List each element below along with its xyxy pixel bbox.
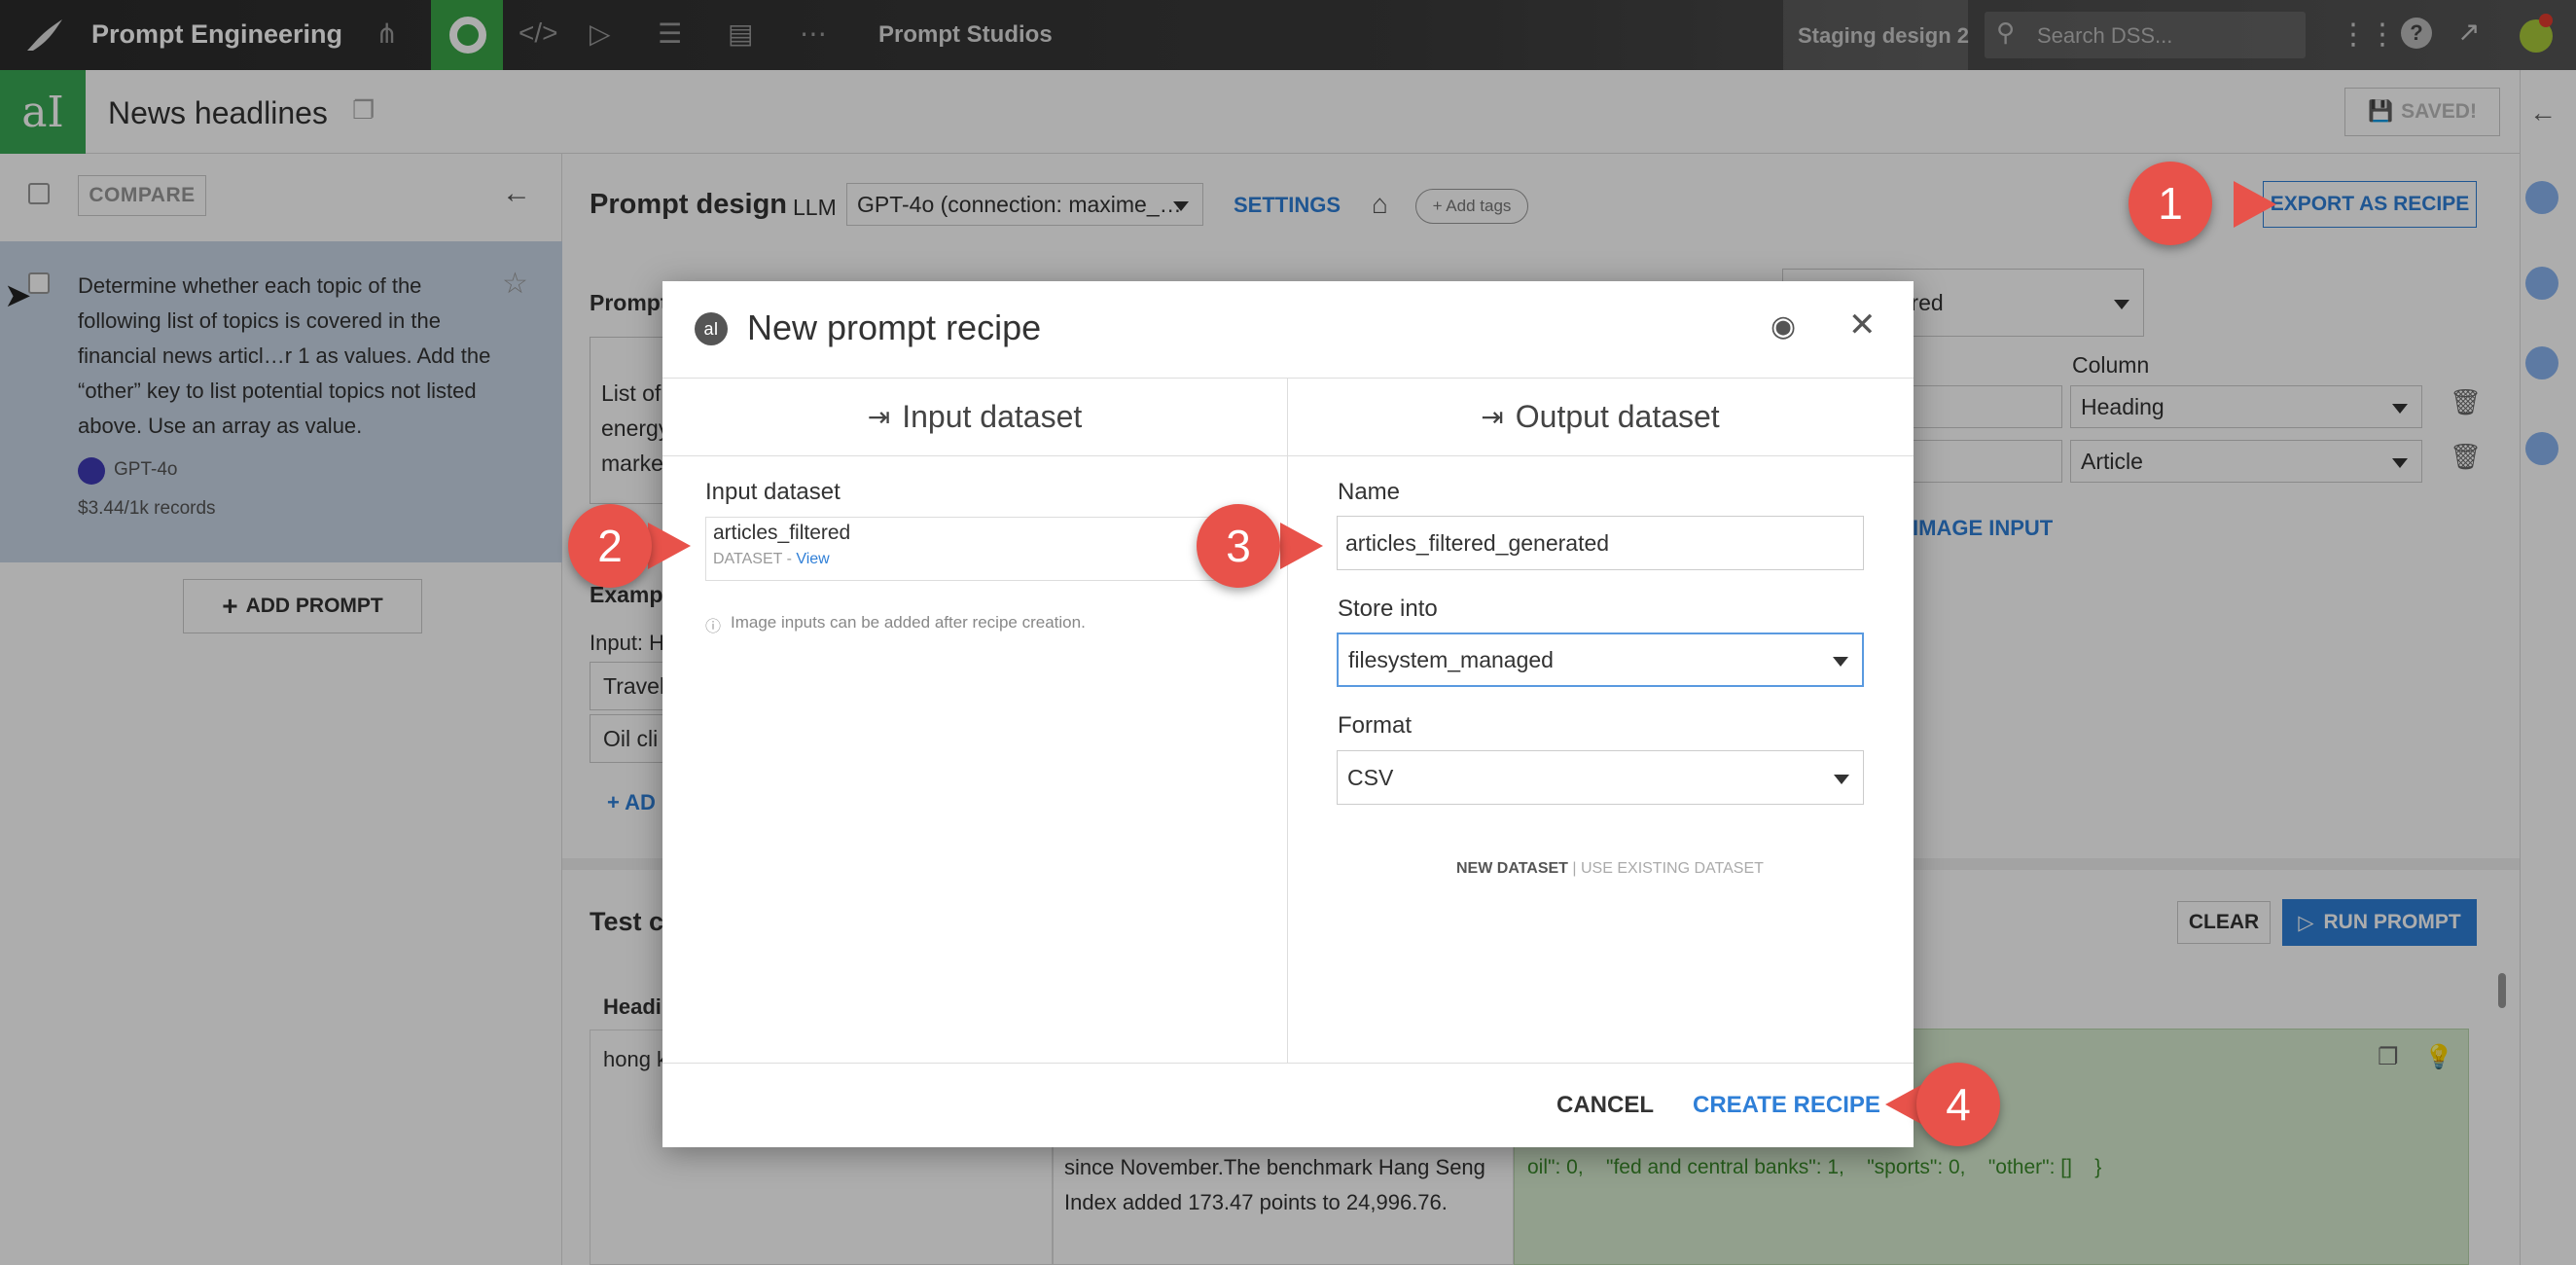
cancel-button[interactable]: CANCEL [1556, 1092, 1654, 1119]
use-existing-option[interactable]: USE EXISTING DATASET [1581, 860, 1764, 877]
image-note: Image inputs can be added after recipe c… [731, 613, 1086, 632]
info-icon: ⓘ [705, 619, 722, 635]
badge-2-pointer [648, 523, 691, 569]
column-divider [1287, 378, 1288, 1063]
store-value: filesystem_managed [1348, 646, 1554, 672]
format-label: Format [1338, 712, 1413, 739]
output-tab: ⇥ Output dataset [1287, 378, 1914, 455]
tabs-divider [662, 455, 1914, 456]
store-into-label: Store into [1338, 596, 1438, 622]
new-dataset-option[interactable]: NEW DATASET [1456, 860, 1568, 877]
step-badge-4: 4 [1916, 1063, 2000, 1146]
format-value: CSV [1347, 764, 1394, 790]
input-dataset-meta: DATASET - View [713, 551, 830, 567]
input-dataset-name: articles_filtered [713, 522, 851, 544]
close-icon[interactable]: ✕ [1848, 306, 1877, 344]
name-field[interactable]: articles_filtered_generated [1337, 516, 1864, 570]
name-value: articles_filtered_generated [1345, 529, 1610, 556]
input-dataset-label: Input dataset [705, 479, 841, 505]
step-badge-1: 1 [2129, 162, 2212, 245]
modal-recipe-icon: aI [695, 312, 728, 345]
badge-3-pointer [1280, 523, 1323, 569]
output-tab-label: Output dataset [1515, 398, 1720, 434]
dataset-mode-toggle: NEW DATASET | USE EXISTING DATASET [1456, 860, 1764, 877]
step-badge-2: 2 [568, 504, 652, 588]
footer-divider [662, 1063, 1914, 1064]
login-arrow-icon: ⇥ [1481, 401, 1504, 432]
store-into-select[interactable]: filesystem_managed [1337, 632, 1864, 687]
login-arrow-icon: ⇥ [867, 401, 891, 432]
input-tab-label: Input dataset [902, 398, 1083, 434]
input-tab: ⇥ Input dataset [662, 378, 1287, 455]
badge-1-pointer [2234, 181, 2276, 228]
dataset-type: DATASET [713, 551, 783, 567]
modal-title: New prompt recipe [747, 307, 1042, 347]
name-label: Name [1338, 479, 1401, 505]
eye-icon[interactable]: ◉ [1771, 309, 1796, 343]
create-recipe-button[interactable]: CREATE RECIPE [1693, 1092, 1880, 1119]
view-link[interactable]: View [796, 551, 829, 567]
format-select[interactable]: CSV [1337, 750, 1864, 805]
step-badge-3: 3 [1197, 504, 1280, 588]
